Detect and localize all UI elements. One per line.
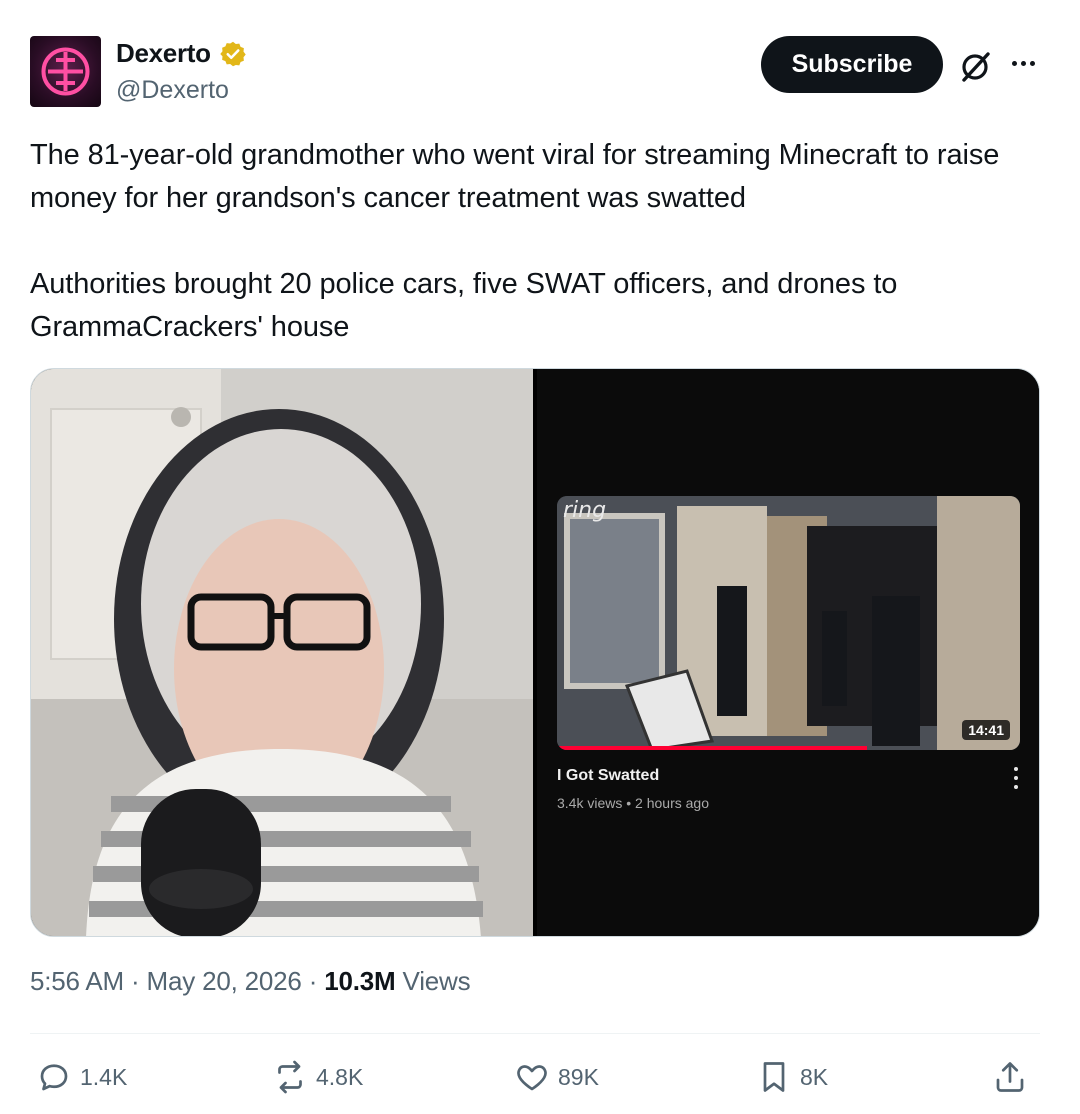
meta-separator: ·: [308, 966, 318, 996]
video-duration: 14:41: [962, 720, 1010, 740]
bookmark-button[interactable]: 8K: [756, 1054, 828, 1100]
menu-dot: [1014, 767, 1018, 771]
views-count: 10.3M: [324, 966, 396, 996]
more-dot: [1011, 60, 1017, 66]
tweet-date[interactable]: May 20, 2026: [147, 966, 302, 996]
tweet-text: The 81-year-old grandmother who went vir…: [30, 134, 1040, 349]
video-meta: 3.4k views • 2 hours ago: [557, 795, 709, 811]
views-label: Views: [402, 966, 471, 996]
bookmark-icon: [763, 1062, 785, 1092]
reply-icon: [40, 1064, 68, 1091]
display-name[interactable]: Dexerto: [116, 38, 211, 69]
reply-button[interactable]: 1.4K: [36, 1054, 127, 1100]
repost-count: 4.8K: [316, 1063, 364, 1090]
tweet-paragraph-2: Authorities brought 20 police cars, five…: [30, 268, 898, 343]
media-grid[interactable]: ring 14:41 I Got Swatted 3.4k views • 2 …: [30, 368, 1040, 937]
menu-dot: [1014, 785, 1018, 789]
ring-watermark: ring: [563, 498, 607, 523]
repost-icon: [278, 1060, 302, 1094]
like-button[interactable]: 89K: [514, 1054, 599, 1100]
heart-icon: [517, 1065, 547, 1091]
vertical-dots-icon[interactable]: [1013, 767, 1019, 789]
tweet-time[interactable]: 5:56 AM: [30, 966, 124, 996]
grok-icon[interactable]: [958, 50, 992, 84]
meta-separator: ·: [131, 966, 140, 996]
verified-badge-icon: [220, 41, 246, 66]
video-illustration: [557, 496, 1020, 750]
like-count: 89K: [558, 1063, 599, 1090]
dexerto-logo-icon: [41, 47, 90, 96]
menu-dot: [1014, 776, 1018, 780]
share-button[interactable]: [992, 1054, 1028, 1100]
tweet-header: Dexerto @Dexerto Subscribe: [30, 36, 1050, 108]
handle[interactable]: @Dexerto: [116, 76, 229, 105]
more-dot: [1029, 60, 1035, 66]
divider: [30, 1033, 1040, 1034]
photo-illustration: [31, 369, 533, 936]
video-progress-bar: [557, 746, 867, 750]
video-thumbnail[interactable]: ring 14:41: [557, 496, 1020, 750]
tweet-meta: 5:56 AM · May 20, 2026 · 10.3M Views: [30, 966, 471, 997]
avatar[interactable]: [30, 36, 101, 107]
subscribe-button[interactable]: Subscribe: [761, 36, 943, 93]
woman-streaming-photo[interactable]: [31, 369, 533, 936]
more-dot: [1020, 60, 1026, 66]
name-row: Dexerto: [116, 38, 247, 69]
video-screenshot[interactable]: ring 14:41 I Got Swatted 3.4k views • 2 …: [537, 369, 1039, 936]
repost-button[interactable]: 4.8K: [272, 1054, 363, 1100]
action-bar: 1.4K 4.8K 89K 8K: [30, 1054, 1040, 1100]
reply-count: 1.4K: [80, 1063, 128, 1090]
video-title[interactable]: I Got Swatted: [557, 767, 659, 785]
more-icon[interactable]: [1005, 48, 1041, 78]
bookmark-count: 8K: [800, 1063, 829, 1090]
share-icon: [996, 1062, 1024, 1092]
tweet-paragraph-1: The 81-year-old grandmother who went vir…: [30, 139, 1000, 214]
